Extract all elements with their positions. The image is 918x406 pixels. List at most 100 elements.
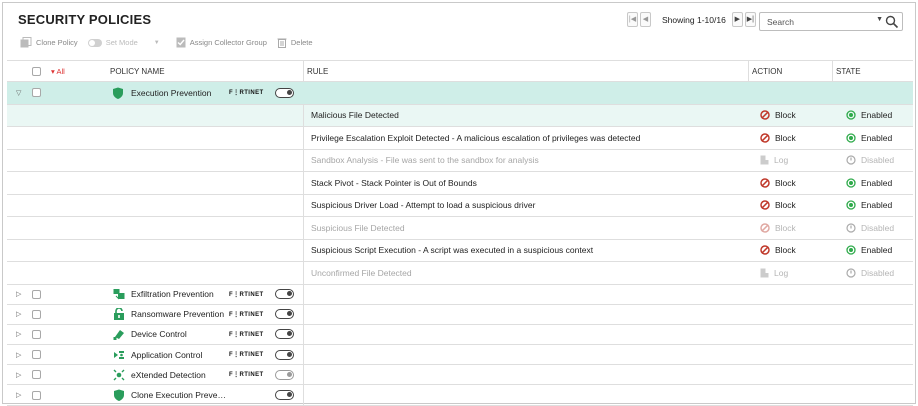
state-cell[interactable]: Enabled [846,172,892,194]
rule-row[interactable]: Suspicious Script Execution - A script w… [7,240,913,262]
action-header[interactable]: ACTION [752,61,782,81]
pagination: |◀ ◀ Showing 1-10/16 ▶ ▶| [627,12,758,27]
row-checkbox[interactable] [32,82,41,104]
policy-row[interactable]: ▷ Device Control F⋮RTINET [7,325,913,346]
clone-icon [20,37,32,48]
rule-name: Sandbox Analysis - File was sent to the … [311,155,539,166]
state-header[interactable]: STATE [836,61,861,81]
pagination-status: Showing 1-10/16 [662,14,726,25]
policy-row[interactable]: ▷ Exfiltration Prevention F⋮RTINET [7,285,913,305]
policy-toggle[interactable] [275,82,294,104]
toggle-switch-icon [275,349,294,360]
disabled-icon [846,155,856,165]
rule-row[interactable]: Malicious File Detected Block Enabled [7,104,913,127]
state-cell[interactable]: Enabled [846,105,892,127]
policy-name[interactable]: Application Control [131,345,202,364]
action-cell: Block [760,195,796,217]
set-mode-toggle-icon [87,38,102,47]
block-icon [760,200,770,210]
column-divider [303,60,304,82]
state-cell[interactable]: Disabled [846,262,894,284]
policy-toggle[interactable] [275,325,294,344]
all-filter[interactable]: ▾ All [41,61,65,81]
delete-label: Delete [290,38,313,47]
toggle-switch-icon [275,309,294,320]
toggle-switch-icon [275,289,294,300]
shield-icon [113,87,123,99]
expand-chevron-icon[interactable]: ▷ [16,386,24,405]
block-icon [760,178,770,188]
extended-detection-icon [113,369,125,381]
policy-row[interactable]: ▷ Ransomware Prevention F⋮RTINET [7,305,913,325]
row-checkbox[interactable] [32,325,41,344]
rule-header[interactable]: RULE [307,61,328,81]
expand-chevron-icon[interactable]: ▷ [16,285,24,304]
search-input[interactable]: Search ▼ [759,12,903,31]
row-checkbox[interactable] [32,345,41,364]
policy-icon [113,325,125,344]
delete-button[interactable]: Delete [277,37,313,48]
row-checkbox[interactable] [32,285,41,304]
policy-row[interactable]: ▷ Clone Execution Preve… [7,386,913,406]
next-page-button[interactable]: ▶ [731,12,743,27]
state-label: Enabled [861,177,893,188]
rule-row[interactable]: Privilege Escalation Exploit Detected - … [7,127,913,150]
state-cell[interactable]: Disabled [846,217,894,239]
expand-chevron-icon[interactable]: ▷ [16,325,24,344]
search-dropdown-icon[interactable]: ▼ [876,16,883,23]
clone-policy-button[interactable]: Clone Policy [20,37,78,48]
row-checkbox[interactable] [32,365,41,384]
state-cell[interactable]: Disabled [846,150,894,172]
action-cell: Log [760,262,788,284]
log-icon [760,268,769,278]
state-label: Enabled [861,200,893,211]
policy-name[interactable]: Execution Prevention [131,82,211,104]
policy-toggle[interactable] [275,305,294,324]
state-label: Enabled [861,245,893,256]
state-cell[interactable]: Enabled [846,195,892,217]
shield-icon [114,389,124,402]
state-cell[interactable]: Enabled [846,127,892,149]
select-all-checkbox[interactable] [32,61,41,81]
vendor-logo: F⋮RTINET [229,372,264,379]
rule-row[interactable]: Stack Pivot - Stack Pointer is Out of Bo… [7,172,913,195]
clone-policy-label: Clone Policy [36,38,78,47]
policy-name[interactable]: Device Control [131,325,187,344]
state-label: Disabled [861,155,895,166]
expand-chevron-icon[interactable]: ▷ [16,305,24,324]
expand-chevron-icon[interactable]: ▽ [16,82,24,104]
policy-toggle[interactable] [275,386,294,405]
state-cell[interactable]: Enabled [846,240,892,262]
assign-collector-group-button[interactable]: Assign Collector Group [176,37,267,48]
policy-toggle[interactable] [275,345,294,364]
expand-chevron-icon[interactable]: ▷ [16,365,24,384]
row-checkbox[interactable] [32,386,41,405]
rule-name: Privilege Escalation Exploit Detected - … [311,132,641,143]
policy-row[interactable]: ▷ Application Control F⋮RTINET [7,345,913,366]
first-page-button[interactable]: |◀ [627,12,638,27]
prev-page-button[interactable]: ◀ [640,12,651,27]
application-control-icon [114,350,124,359]
policy-toggle[interactable] [275,365,294,384]
search-icon[interactable] [885,15,899,29]
expand-chevron-icon[interactable]: ▷ [16,345,24,364]
policy-row-expanded[interactable]: ▽ Execution Prevention F⋮RTINET [7,82,913,105]
rule-row[interactable]: Suspicious File Detected Block Disabled [7,217,913,240]
assign-collector-group-label: Assign Collector Group [189,38,267,47]
ransomware-icon [114,308,124,321]
policy-row[interactable]: ▷ eXtended Detection F⋮RTINET [7,365,913,386]
policy-name[interactable]: eXtended Detection [131,365,206,384]
last-page-button[interactable]: ▶| [744,12,756,27]
assign-icon [176,37,186,48]
set-mode-control[interactable]: Set Mode ▼ [87,38,166,47]
row-checkbox[interactable] [32,305,41,324]
rule-row[interactable]: Unconfirmed File Detected Log Disabled [7,262,913,285]
rule-name: Suspicious File Detected [311,222,405,233]
policy-name-header[interactable]: POLICY NAME [110,61,165,81]
policy-name[interactable]: Exfiltration Prevention [131,285,214,304]
policy-toggle[interactable] [275,285,294,304]
policy-name[interactable]: Ransomware Prevention [131,305,224,324]
rule-row[interactable]: Suspicious Driver Load - Attempt to load… [7,195,913,217]
policy-name[interactable]: Clone Execution Preve… [131,386,226,405]
rule-row[interactable]: Sandbox Analysis - File was sent to the … [7,150,913,172]
